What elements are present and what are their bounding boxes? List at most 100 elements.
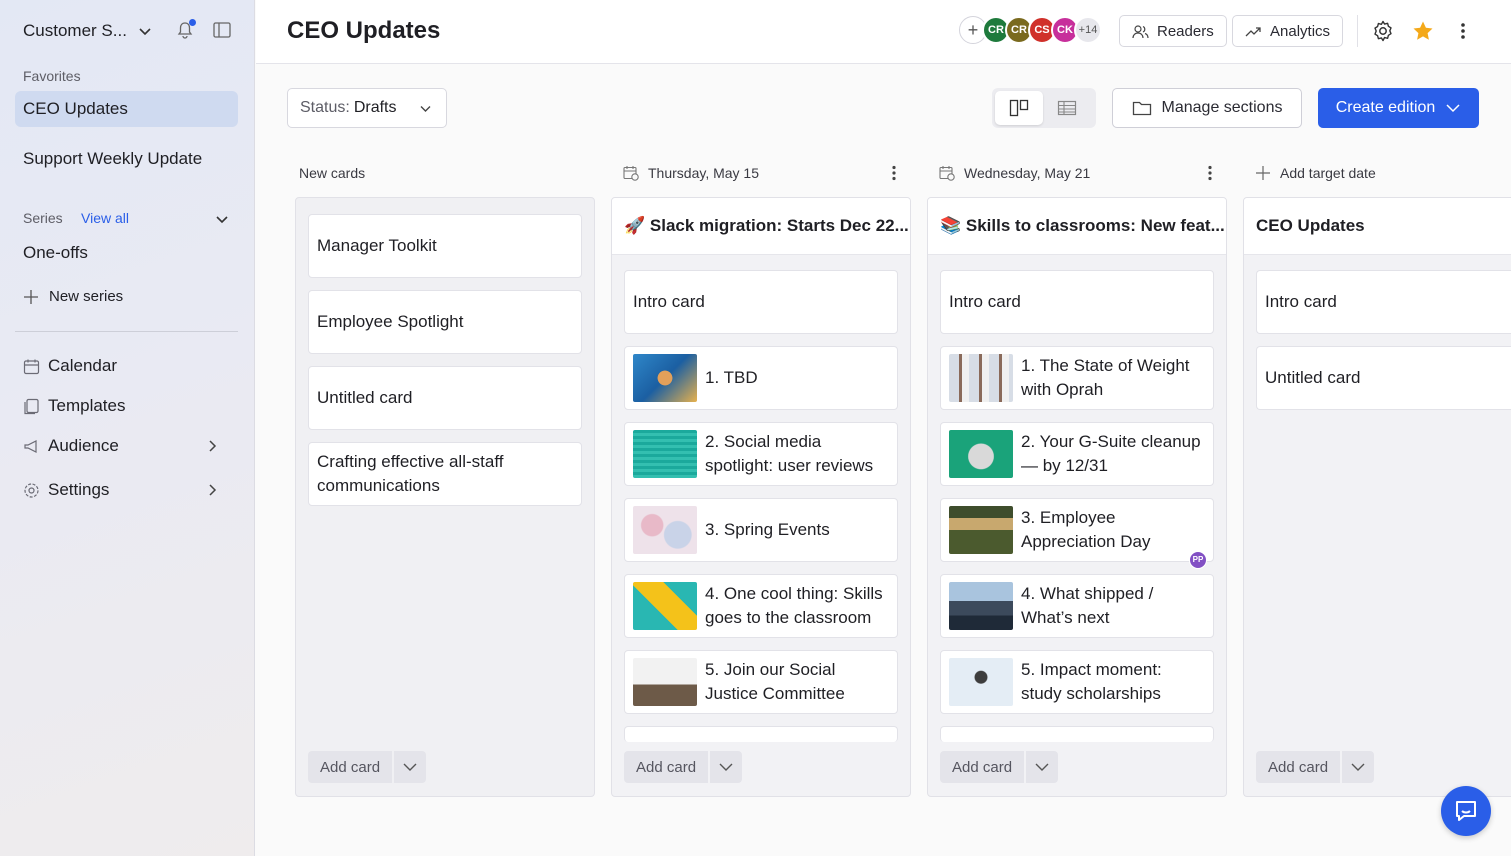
card-label: 1. TBD: [705, 368, 758, 387]
calendar-clock-icon: [623, 166, 639, 181]
intro-card[interactable]: Intro card: [1256, 270, 1511, 334]
card-thumbnail: [949, 354, 1013, 402]
new-series-label: New series: [49, 288, 124, 305]
sidebar: Customer S... Favorites CEO Updates Supp…: [0, 0, 255, 856]
more-options-button[interactable]: [1451, 19, 1475, 43]
sidebar-item-support-weekly-update[interactable]: Support Weekly Update: [15, 134, 238, 184]
chevron-down-icon: [1446, 104, 1460, 113]
add-card-menu-button[interactable]: [1342, 751, 1375, 783]
intro-card[interactable]: Intro card: [624, 270, 898, 334]
users-icon: [1132, 24, 1149, 38]
list-item[interactable]: 1. TBD: [624, 346, 898, 410]
settings-button[interactable]: [1371, 19, 1395, 43]
status-filter-dropdown[interactable]: Status: Drafts: [287, 88, 447, 128]
intro-card[interactable]: Intro card: [940, 270, 1214, 334]
add-card-menu-button[interactable]: [710, 751, 743, 783]
card-label: 4. What shipped / What’s next: [1021, 584, 1154, 627]
card-label: 2. Your G-Suite cleanup — by 12/31: [1021, 432, 1201, 475]
favorite-star-button[interactable]: [1411, 19, 1435, 43]
analytics-button[interactable]: Analytics: [1232, 15, 1344, 47]
column-heading-new-cards: New cards: [299, 160, 589, 186]
star-icon: [1413, 21, 1433, 40]
view-all-link[interactable]: View all: [81, 210, 129, 226]
new-series-button[interactable]: New series: [23, 288, 123, 305]
column-heading-date[interactable]: Wednesday, May 21: [939, 160, 1218, 186]
kebab-menu-icon[interactable]: [1202, 165, 1218, 181]
card-label: 5. Impact moment: study scholarships: [1021, 660, 1162, 703]
list-item[interactable]: Employee Spotlight: [308, 290, 582, 354]
list-item[interactable]: 3. Employee Appreciation Day PP: [940, 498, 1214, 569]
sidebar-item-one-offs[interactable]: One-offs: [15, 240, 238, 266]
column-heading-date[interactable]: Thursday, May 15: [623, 160, 902, 186]
add-target-date-button[interactable]: Add target date: [1255, 160, 1475, 186]
list-item[interactable]: 3. Spring Events: [624, 498, 898, 562]
add-card-button[interactable]: Add card: [940, 751, 1025, 783]
sidebar-item-settings[interactable]: Settings: [23, 477, 233, 503]
readers-button[interactable]: Readers: [1119, 15, 1227, 47]
list-item[interactable]: 2. Social media spotlight: user reviews: [624, 422, 898, 486]
table-view-icon: [1057, 100, 1077, 116]
list-item[interactable]: Manager Toolkit: [308, 214, 582, 278]
status-filter-value: Drafts: [353, 99, 397, 116]
add-card-button[interactable]: Add card: [308, 751, 393, 783]
list-item[interactable]: Untitled card: [1256, 346, 1511, 410]
manage-sections-button[interactable]: Manage sections: [1112, 88, 1302, 128]
list-item[interactable]: Untitled card: [308, 366, 582, 430]
table-view-button[interactable]: [1043, 91, 1091, 125]
list-item[interactable]: [624, 726, 898, 742]
list-item[interactable]: 2. Your G-Suite cleanup — by 12/31: [940, 422, 1214, 486]
column-heading-label: New cards: [299, 165, 366, 181]
create-edition-label: Create edition: [1335, 99, 1436, 116]
add-card-button[interactable]: Add card: [624, 751, 709, 783]
card-thumbnail: [633, 658, 697, 706]
card-thumbnail: [633, 354, 697, 402]
calendar-icon: [23, 359, 40, 374]
collaborator-avatars[interactable]: + CR CR CS CK +14: [959, 16, 1102, 44]
kebab-menu-icon[interactable]: [886, 165, 902, 181]
board-view-icon: [1009, 99, 1029, 117]
chevron-down-icon: [139, 28, 151, 36]
top-header: CEO Updates + CR CR CS CK +14 Readers An…: [256, 0, 1511, 64]
list-item[interactable]: 5. Join our Social Justice Committee: [624, 650, 898, 714]
add-card-menu-button[interactable]: [1026, 751, 1059, 783]
notification-dot: [189, 19, 196, 26]
sidebar-item-calendar[interactable]: Calendar: [23, 353, 233, 379]
create-edition-button[interactable]: Create edition: [1318, 88, 1479, 128]
sidebar-divider: [15, 331, 238, 332]
add-card-control: Add card: [624, 751, 743, 783]
edition-title[interactable]: 📚 Skills to classrooms: New feat...: [928, 198, 1226, 255]
card-thumbnail: [633, 506, 697, 554]
readers-label: Readers: [1157, 22, 1214, 40]
add-card-button[interactable]: Add card: [1256, 751, 1341, 783]
sidebar-item-label: Calendar: [48, 356, 117, 375]
card-label: 3. Spring Events: [705, 520, 830, 539]
board-view-button[interactable]: [995, 91, 1043, 125]
list-item[interactable]: [940, 726, 1214, 742]
sidebar-item-audience[interactable]: Audience: [23, 433, 233, 459]
sidebar-toggle-icon[interactable]: [213, 22, 231, 38]
card-thumbnail: [949, 658, 1013, 706]
list-item[interactable]: Crafting effective all-staff communicati…: [308, 442, 582, 506]
sidebar-item-templates[interactable]: Templates: [23, 393, 233, 419]
card-thumbnail: [633, 430, 697, 478]
edition-title[interactable]: CEO Updates: [1244, 198, 1511, 255]
card-thumbnail: [949, 506, 1013, 554]
column-date-label: Thursday, May 15: [648, 165, 760, 181]
help-chat-button[interactable]: [1441, 786, 1491, 836]
workspace-switcher[interactable]: Customer S...: [23, 18, 234, 44]
add-target-date-label: Add target date: [1280, 165, 1376, 181]
chat-help-icon: [1456, 801, 1476, 821]
list-item[interactable]: 4. One cool thing: Skills goes to the cl…: [624, 574, 898, 638]
sidebar-item-ceo-updates[interactable]: CEO Updates: [15, 91, 238, 127]
chevron-down-icon[interactable]: [214, 211, 230, 227]
assignee-avatar[interactable]: PP: [1189, 551, 1207, 569]
list-item[interactable]: 1. The State of Weight with Oprah: [940, 346, 1214, 410]
more-avatars-count[interactable]: +14: [1074, 16, 1102, 44]
edition-title[interactable]: 🚀 Slack migration: Starts Dec 22...: [612, 198, 910, 255]
list-item[interactable]: 5. Impact moment: study scholarships: [940, 650, 1214, 714]
card-label: 5. Join our Social Justice Committee: [705, 660, 845, 703]
folder-icon: [1132, 101, 1151, 116]
list-item[interactable]: 4. What shipped / What’s next: [940, 574, 1214, 638]
add-card-menu-button[interactable]: [394, 751, 427, 783]
manage-sections-label: Manage sections: [1161, 99, 1283, 116]
